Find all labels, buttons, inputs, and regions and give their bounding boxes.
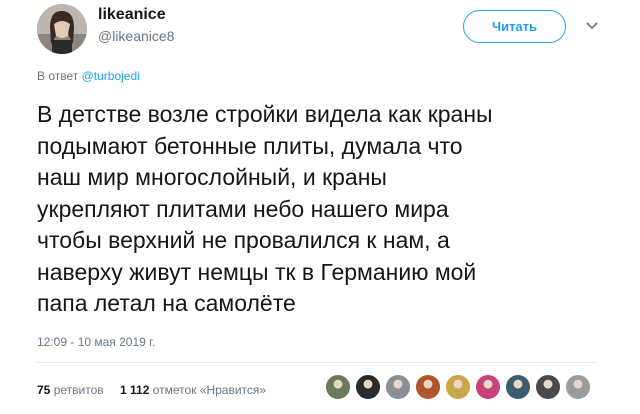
liker-avatar[interactable] (445, 374, 471, 400)
reply-context: В ответ @turbojedi (37, 69, 140, 83)
avatar-photo-icon (37, 4, 87, 54)
liker-avatar[interactable] (415, 374, 441, 400)
tweet-text-line: чтобы верхний не провалился к нам, а (37, 227, 450, 253)
reply-prefix: В ответ (37, 69, 79, 83)
tweet-text-line: наш мир многослойный, и краны (37, 164, 387, 190)
follow-button[interactable]: Читать (463, 10, 566, 43)
timestamp[interactable]: 12:09 - 10 мая 2019 г. (37, 335, 155, 349)
avatar[interactable] (37, 4, 87, 54)
user-handle[interactable]: @likeanice8 (98, 28, 174, 44)
tweet-text-line: укрепляют плитами небо нашего мира (37, 195, 449, 222)
retweet-count: 75 (37, 383, 51, 397)
tweet-text-line: папа летал на самолёте (37, 290, 296, 316)
liker-avatar[interactable] (505, 374, 531, 400)
liker-avatar[interactable] (535, 374, 561, 400)
tweet-card: likeanice @likeanice8 Читать В ответ @tu… (0, 0, 640, 414)
user-name[interactable]: likeanice (98, 6, 166, 24)
divider (37, 362, 597, 363)
likes-label: отметок «Нравится» (152, 383, 267, 397)
liker-avatar[interactable] (475, 374, 501, 400)
retweet-stat[interactable]: 75 ретвитов (37, 383, 104, 397)
tweet-text-line: В детстве возле стройки видела как краны (37, 101, 493, 127)
liker-avatar[interactable] (565, 374, 591, 400)
likes-stat[interactable]: 1 112 отметок «Нравится» (120, 383, 266, 397)
likers-avatars (325, 374, 595, 404)
chevron-down-icon (586, 22, 598, 30)
tweet-text: В детстве возле стройки видела как краны… (37, 99, 597, 320)
likes-count: 1 112 (120, 383, 150, 397)
reply-handle-link[interactable]: @turbojedi (82, 69, 140, 83)
tweet-text-line: наверху живут немцы тк в Германию мой (37, 258, 477, 285)
retweet-label: ретвитов (53, 383, 104, 397)
tweet-text-line: подымают бетонные плиты, думала что (37, 132, 463, 159)
liker-avatar[interactable] (355, 374, 381, 400)
liker-avatar[interactable] (325, 374, 351, 400)
more-options-button[interactable] (583, 17, 601, 35)
liker-avatar[interactable] (385, 374, 411, 400)
